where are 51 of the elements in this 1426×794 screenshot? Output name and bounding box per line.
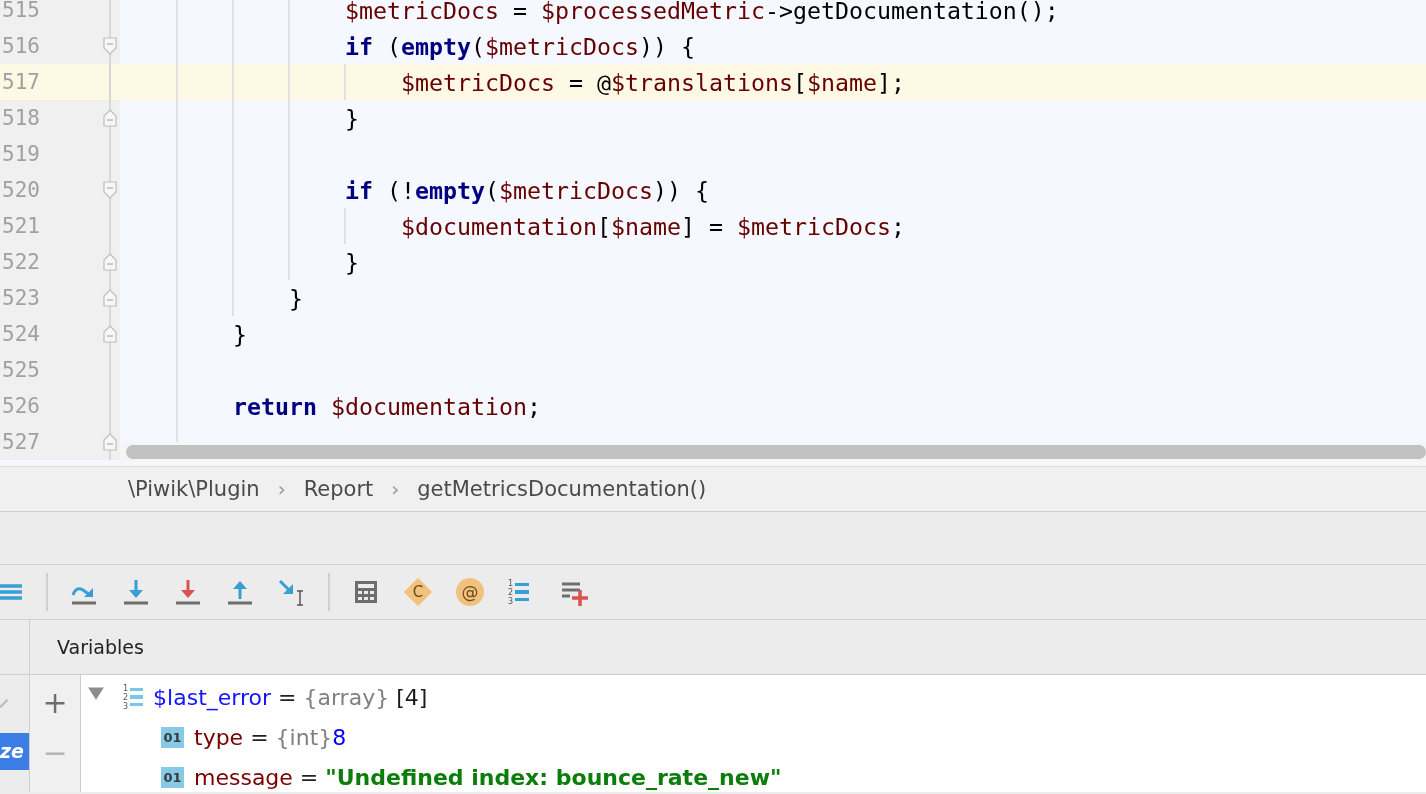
step-into-icon[interactable]	[122, 578, 150, 606]
fold-icon[interactable]	[103, 181, 117, 199]
fold-icon[interactable]	[103, 289, 117, 307]
line-number: 525	[1, 358, 40, 382]
line-number: 515	[1, 0, 40, 22]
line-number: 524	[1, 322, 40, 346]
variable-entry[interactable]: message = "Undefined index: bounce_rate_new"	[194, 764, 782, 790]
expand-arrow-icon[interactable]	[87, 684, 105, 702]
line-number: 521	[1, 214, 40, 238]
code-line: }	[343, 248, 359, 276]
side-tab[interactable]: ze	[0, 733, 29, 770]
line-number: 517	[1, 70, 40, 94]
breadcrumb-separator: ›	[277, 477, 286, 501]
code-line: if (empty($metricDocs)) {	[343, 32, 695, 60]
line-number: 527	[1, 430, 40, 454]
code-line: $documentation[$name] = $metricDocs;	[399, 212, 905, 240]
step-into-icon[interactable]	[174, 578, 202, 606]
variable-entry[interactable]: $last_error = {array} [4]	[153, 684, 428, 710]
line-number: 522	[1, 250, 40, 274]
code-line: }	[231, 320, 247, 348]
run-to-cursor-icon[interactable]	[278, 578, 306, 606]
breadcrumb-separator: ›	[391, 477, 400, 501]
add-button[interactable]: +	[40, 683, 70, 723]
fold-icon[interactable]	[103, 109, 117, 127]
line-number: 518	[1, 106, 40, 130]
fold-icon[interactable]	[103, 37, 117, 55]
line-number: 516	[1, 34, 40, 58]
breadcrumb-item[interactable]: getMetricsDocumentation()	[417, 477, 707, 501]
panel-title: Variables	[56, 636, 144, 658]
breadcrumb-item[interactable]: Report	[303, 477, 374, 501]
code-line: return $documentation;	[231, 392, 541, 420]
code-line: }	[343, 104, 359, 132]
annotation-icon[interactable]: @	[456, 578, 484, 606]
line-number: 523	[1, 286, 40, 310]
field-icon: 01	[161, 766, 184, 788]
line-number: 526	[1, 394, 40, 418]
code-line: $metricDocs = @$translations[$name];	[399, 68, 905, 96]
code-line: }	[287, 284, 303, 312]
fold-icon[interactable]	[103, 433, 117, 451]
field-icon: 01	[161, 726, 184, 748]
line-number: 520	[1, 178, 40, 202]
fold-icon[interactable]	[103, 253, 117, 271]
line-number: 519	[1, 142, 40, 166]
fold-icon[interactable]	[103, 325, 117, 343]
code-line: $metricDocs = $processedMetric->getDocumentation();	[343, 0, 1059, 24]
code-line: if (!empty($metricDocs)) {	[343, 176, 709, 204]
breadcrumb-item[interactable]: \Piwik\Plugin	[128, 477, 260, 501]
scrollbar-thumb[interactable]	[126, 445, 1426, 459]
chevron-icon[interactable]	[0, 697, 10, 709]
calculator-icon[interactable]	[352, 578, 380, 606]
variable-entry[interactable]: type = {int}8	[194, 724, 347, 750]
